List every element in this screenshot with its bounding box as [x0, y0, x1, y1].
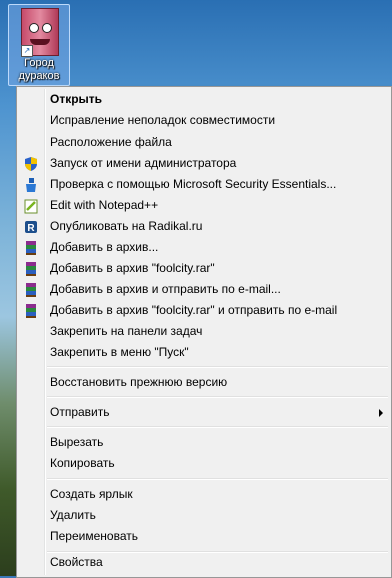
menu-item-radikal[interactable]: R Опубликовать на Radikal.ru: [19, 216, 389, 237]
desktop-shortcut-foolcity[interactable]: ↗ Город дураков: [8, 4, 70, 86]
desktop-icon-label: Город дураков: [18, 57, 60, 82]
menu-item-run-as-admin[interactable]: Запуск от имени администратора: [19, 153, 389, 174]
svg-text:R: R: [27, 223, 35, 234]
winrar-icon: [26, 262, 36, 276]
menu-item-send-to[interactable]: Отправить: [19, 402, 389, 423]
menu-item-add-archive-email[interactable]: Добавить в архив и отправить по e-mail..…: [19, 279, 389, 300]
shortcut-arrow-icon: ↗: [21, 45, 33, 57]
context-menu: Открыть Исправление неполадок совместимо…: [16, 86, 392, 578]
menu-item-delete[interactable]: Удалить: [19, 505, 389, 526]
menu-item-properties[interactable]: Свойства: [19, 552, 389, 573]
menu-item-notepadpp[interactable]: Edit with Notepad++: [19, 195, 389, 216]
menu-item-add-to-archive[interactable]: Добавить в архив...: [19, 237, 389, 258]
menu-item-create-shortcut[interactable]: Создать ярлык: [19, 484, 389, 505]
menu-separator: [47, 366, 388, 368]
menu-item-open[interactable]: Открыть: [19, 89, 389, 110]
menu-separator: [47, 478, 388, 480]
menu-item-copy[interactable]: Копировать: [19, 453, 389, 474]
uac-shield-icon: [25, 157, 37, 171]
security-essentials-icon: [26, 178, 36, 192]
winrar-icon: [26, 241, 36, 255]
submenu-arrow-icon: [379, 409, 383, 417]
menu-item-file-location[interactable]: Расположение файла: [19, 132, 389, 153]
menu-separator: [47, 396, 388, 398]
menu-item-restore-previous[interactable]: Восстановить прежнюю версию: [19, 372, 389, 393]
menu-item-troubleshoot-compat[interactable]: Исправление неполадок совместимости: [19, 110, 389, 131]
menu-item-rename[interactable]: Переименовать: [19, 526, 389, 547]
radikal-icon: R: [25, 221, 37, 234]
menu-item-add-foolcity-email[interactable]: Добавить в архив "foolcity.rar" и отправ…: [19, 300, 389, 321]
menu-item-security-scan[interactable]: Проверка с помощью Microsoft Security Es…: [19, 174, 389, 195]
menu-item-pin-start[interactable]: Закрепить в меню "Пуск": [19, 342, 389, 363]
menu-item-pin-taskbar[interactable]: Закрепить на панели задач: [19, 321, 389, 342]
winrar-icon: [26, 283, 36, 297]
winrar-icon: [26, 304, 36, 318]
menu-separator: [47, 426, 388, 428]
menu-item-add-to-foolcity-rar[interactable]: Добавить в архив "foolcity.rar": [19, 258, 389, 279]
menu-item-cut[interactable]: Вырезать: [19, 432, 389, 453]
notepadpp-icon: [24, 199, 38, 214]
